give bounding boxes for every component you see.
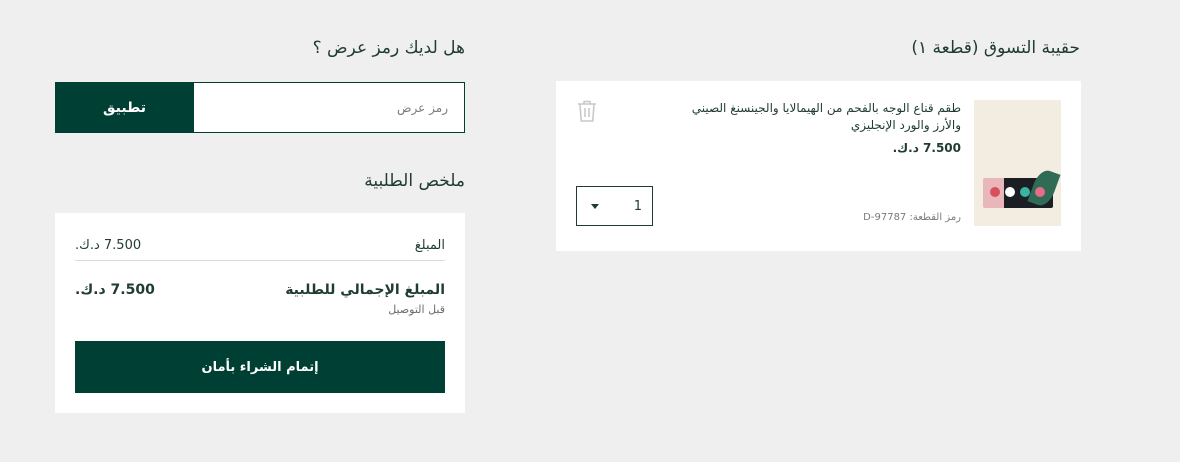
promo-title: هل لديك رمز عرض ؟ — [312, 38, 465, 58]
total-note: قبل التوصيل — [388, 303, 445, 316]
subtotal-label: المبلغ — [414, 238, 445, 253]
product-image[interactable] — [974, 100, 1061, 226]
quantity-value: 1 — [633, 198, 642, 214]
apply-promo-button[interactable]: تطبيق — [55, 82, 194, 133]
order-summary-card: المبلغ 7.500 د.ك. المبلغ الإجمالي للطلبي… — [55, 213, 465, 413]
product-sku: رمز القطعة: D-97787 — [863, 212, 961, 223]
jar-4 — [1034, 187, 1045, 197]
summary-title: ملخص الطلبية — [364, 171, 465, 191]
subtotal-value: 7.500 د.ك. — [75, 238, 142, 253]
chevron-down-icon — [591, 203, 599, 209]
subtotal-row: المبلغ 7.500 د.ك. — [75, 231, 445, 261]
jar-3 — [1019, 187, 1030, 197]
bag-item-card: طقم قناع الوجه بالفحم من الهيمالايا والج… — [556, 81, 1081, 251]
product-price: 7.500 د.ك. — [892, 141, 961, 155]
trash-icon[interactable] — [576, 99, 598, 123]
jar-1 — [990, 187, 1001, 197]
jar-2 — [1005, 187, 1016, 197]
promo-code-input[interactable] — [194, 82, 465, 133]
secure-checkout-button[interactable]: إتمام الشراء بأمان — [75, 341, 445, 393]
product-name[interactable]: طقم قناع الوجه بالفحم من الهيمالايا والج… — [661, 100, 961, 134]
bag-title: حقيبة التسوق (قطعة ١) — [911, 38, 1080, 58]
product-image-jars — [988, 185, 1047, 199]
total-value: 7.500 د.ك. — [75, 282, 155, 298]
quantity-select[interactable]: 1 — [576, 186, 653, 226]
promo-form: تطبيق — [55, 82, 465, 133]
total-row: المبلغ الإجمالي للطلبية 7.500 د.ك. — [75, 279, 445, 301]
total-label: المبلغ الإجمالي للطلبية — [285, 282, 445, 298]
